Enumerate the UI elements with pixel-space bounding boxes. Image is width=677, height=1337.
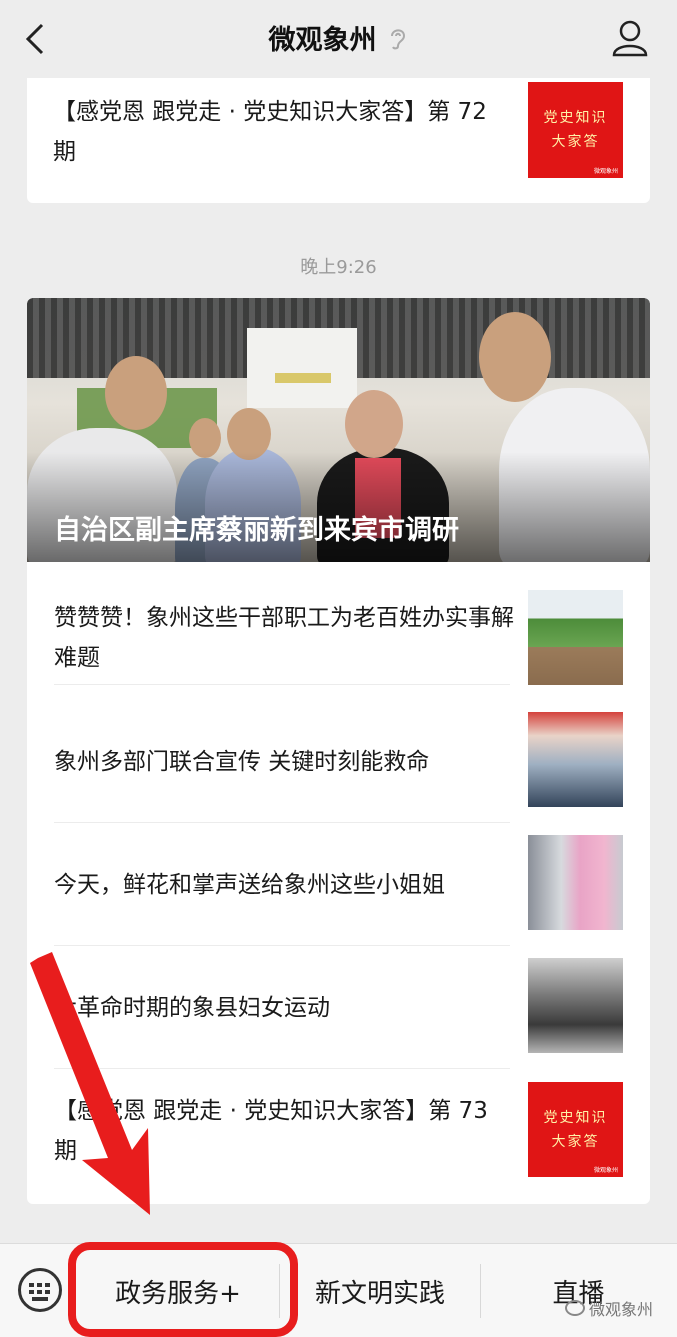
page-title-container: 微观象州 [0,18,677,57]
thumbnail-small-text: 微观象州 [593,1167,618,1174]
thumbnail-text: 党史知识 [543,110,608,126]
thumbnail-text: 党史知识 [543,1109,608,1126]
message-timestamp: 晚上9:26 [300,257,377,278]
article-thumbnail [528,835,623,930]
hero-photo-person [479,312,551,402]
article-thumbnail [528,712,623,807]
article-thumbnail [528,590,623,685]
hero-photo-person [105,356,167,430]
thumbnail-text: 大家答 [551,134,600,150]
article-title: 【感党恩 跟党走 · 党史知识大家答】第 72 期 [53,99,487,165]
list-item[interactable]: 象州多部门联合宣传 关键时刻能救命 [27,700,650,823]
article-group-card: 自治区副主席蔡丽新到来宾市调研 赞赞赞！象州这些干部职工为老百姓办实事解难题 象… [27,298,650,1204]
thumbnail-text: 大家答 [551,1133,600,1150]
hero-photo-person [345,390,403,458]
hero-article[interactable]: 自治区副主席蔡丽新到来宾市调研 [27,298,650,562]
article-title: 象州多部门联合宣传 关键时刻能救命 [54,749,430,775]
hero-photo-sign [275,373,331,383]
divider [54,684,510,685]
article-title: 今天，鲜花和掌声送给象州这些小姐姐 [54,872,445,898]
highlight-annotation [68,1242,298,1337]
menu-live[interactable]: 直播 [480,1244,677,1337]
watermark: 微观象州 [564,1296,653,1320]
article-thumbnail [528,958,623,1053]
watermark-text: 微观象州 [588,1300,653,1319]
list-item[interactable]: 【感党恩 跟党走 · 党史知识大家答】第 73 期 党史知识 大家答 微观象州 [27,1069,650,1204]
wechat-icon [564,1300,585,1316]
hero-photo-wall [247,328,357,408]
list-item[interactable]: 今天，鲜花和掌声送给象州这些小姐姐 [27,823,650,946]
keyboard-icon[interactable] [18,1268,62,1312]
list-item[interactable]: 赞赞赞！象州这些干部职工为老百姓办实事解难题 [27,562,650,685]
article-thumbnail: 党史知识 大家答 微观象州 [528,82,623,178]
article-title: 大革命时期的象县妇女运动 [54,995,330,1021]
list-item[interactable]: 大革命时期的象县妇女运动 [27,946,650,1069]
article-card-72[interactable]: 【感党恩 跟党走 · 党史知识大家答】第 72 期 党史知识 大家答 微观象州 [27,78,650,203]
hero-caption: 自治区副主席蔡丽新到来宾市调研 [54,515,459,546]
article-thumbnail: 党史知识 大家答 微观象州 [528,1082,623,1177]
page-title: 微观象州 [268,25,377,56]
menu-civilization-practice[interactable]: 新文明实践 [280,1244,480,1337]
profile-icon[interactable] [611,18,649,58]
ear-icon[interactable] [387,25,409,51]
top-bar: 微观象州 [0,0,677,78]
article-title: 【感党恩 跟党走 · 党史知识大家答】第 73 期 [54,1098,488,1164]
article-title: 赞赞赞！象州这些干部职工为老百姓办实事解难题 [54,605,514,671]
thumbnail-small-text: 微观象州 [593,168,618,175]
